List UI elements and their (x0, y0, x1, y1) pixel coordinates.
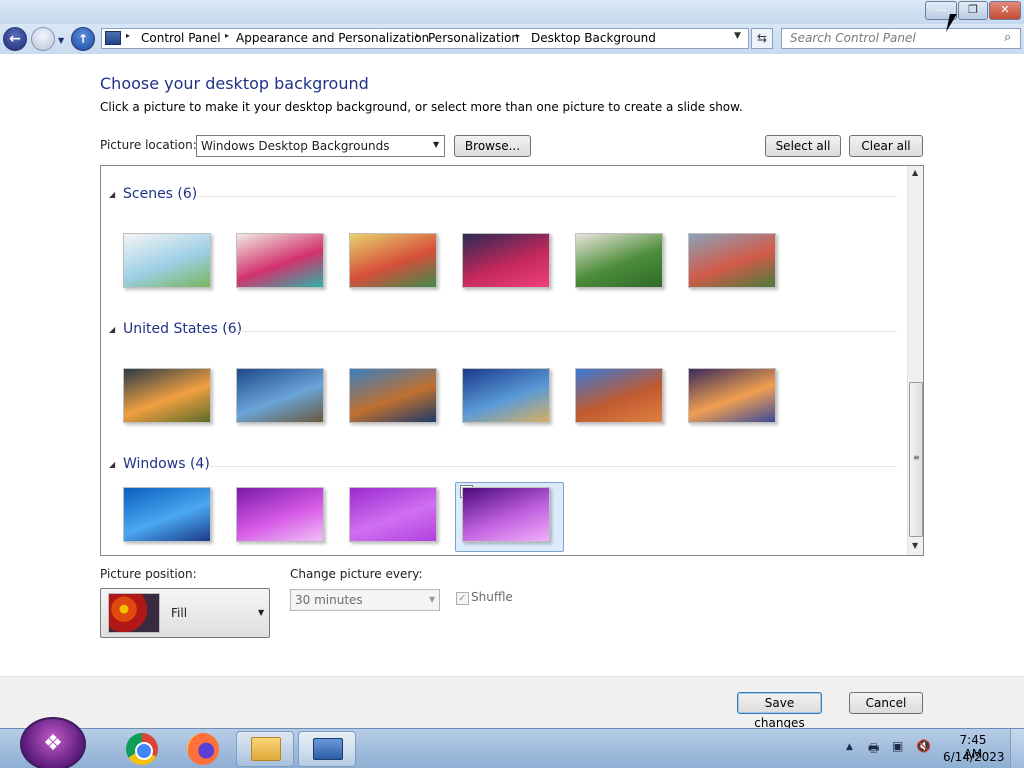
group-header-windows[interactable]: ◢ Windows (4) (109, 456, 899, 476)
scrollbar-thumb[interactable]: ≡ (909, 382, 923, 537)
taskbar-chrome[interactable] (114, 731, 170, 767)
scroll-up-arrow[interactable]: ▲ (912, 168, 918, 177)
select-all-button[interactable]: Select all (765, 135, 841, 157)
group-divider (197, 196, 897, 197)
shuffle-label[interactable]: Shuffle (471, 590, 513, 604)
search-input[interactable]: Search Control Panel ⌕ (781, 28, 1021, 49)
up-button[interactable]: ↑ (71, 27, 95, 51)
collapse-triangle-icon[interactable]: ◢ (109, 325, 115, 334)
collapse-triangle-icon[interactable]: ◢ (109, 460, 115, 469)
thumb-windows-2[interactable] (236, 487, 324, 542)
taskbar-file-explorer[interactable] (236, 731, 294, 767)
group-header-scenes[interactable]: ◢ Scenes (6) (109, 186, 899, 206)
group-title[interactable]: United States (6) (123, 321, 242, 337)
refresh-button[interactable]: ⇆ (751, 28, 773, 49)
chevron-down-icon: ▼ (433, 140, 440, 149)
vertical-scrollbar[interactable]: ▲ ≡ ▼ (907, 166, 923, 555)
group-title[interactable]: Scenes (6) (123, 186, 197, 202)
taskbar: ❖ ▲ 🖶 ▣ 🔇 7:45 AM 6/14/2023 (0, 717, 1024, 768)
volume-muted-icon[interactable]: 🔇 (916, 739, 931, 753)
close-button[interactable]: ✕ (989, 1, 1021, 20)
page-title: Choose your desktop background (100, 74, 369, 93)
breadcrumb-separator[interactable]: ▸ (516, 31, 520, 40)
picture-position-value: Fill (171, 606, 188, 620)
group-divider (235, 331, 897, 332)
save-changes-button[interactable]: Save changes (737, 692, 822, 730)
folder-icon (251, 737, 281, 761)
network-icon[interactable]: ▣ (892, 739, 903, 753)
footer-bar: Save changes Cancel (0, 676, 1024, 730)
taskbar-firefox[interactable] (175, 731, 231, 767)
thumb-windows-4[interactable] (462, 487, 550, 542)
thumb-us-5[interactable] (575, 368, 663, 423)
show-desktop-button[interactable] (1010, 729, 1024, 768)
cancel-button[interactable]: Cancel (849, 692, 923, 714)
clock-date[interactable]: 6/14/2023 (943, 750, 1005, 764)
thumb-us-6[interactable] (688, 368, 776, 423)
collapse-triangle-icon[interactable]: ◢ (109, 190, 115, 199)
breadcrumb-separator[interactable]: ▸ (416, 31, 420, 40)
picture-location-value: Windows Desktop Backgrounds (201, 139, 390, 153)
recent-pages-dropdown[interactable]: ▼ (58, 36, 68, 45)
back-button[interactable]: ← (3, 27, 27, 51)
thumb-us-4[interactable] (462, 368, 550, 423)
search-icon[interactable]: ⌕ (1004, 30, 1011, 45)
change-interval-value: 30 minutes (295, 593, 363, 607)
thumb-scenes-6[interactable] (688, 233, 776, 288)
show-hidden-icons-icon[interactable]: ▲ (846, 742, 853, 752)
chevron-down-icon: ▼ (258, 608, 265, 617)
content-area: Choose your desktop background Click a p… (0, 54, 1024, 676)
change-picture-label: Change picture every: (290, 567, 423, 581)
clear-all-button[interactable]: Clear all (849, 135, 923, 157)
page-description: Click a picture to make it your desktop … (100, 100, 743, 114)
search-placeholder: Search Control Panel (790, 31, 916, 45)
picture-position-label: Picture position: (100, 567, 197, 581)
address-dropdown[interactable]: ▼ (734, 31, 741, 41)
scroll-down-arrow[interactable]: ▼ (912, 541, 918, 550)
thumb-scenes-5[interactable] (575, 233, 663, 288)
breadcrumb-personalization[interactable]: Personalization (428, 31, 519, 45)
thumb-windows-3[interactable] (349, 487, 437, 542)
group-divider (209, 466, 897, 467)
thumb-scenes-3[interactable] (349, 233, 437, 288)
breadcrumb-separator[interactable]: ▸ (126, 31, 130, 40)
thumb-scenes-1[interactable] (123, 233, 211, 288)
system-tray: ▲ 🖶 ▣ 🔇 (842, 739, 942, 759)
title-bar: — ❐ ✕ (0, 0, 1024, 24)
shuffle-checkbox[interactable]: ✓ (456, 592, 469, 605)
address-bar[interactable]: ▸ Control Panel ▸ Appearance and Persona… (101, 28, 749, 49)
picture-location-label: Picture location: (100, 138, 197, 152)
breadcrumb-desktop-background[interactable]: Desktop Background (531, 31, 656, 45)
start-button[interactable]: ❖ (20, 717, 86, 768)
thumb-scenes-2[interactable] (236, 233, 324, 288)
wallpaper-gallery[interactable]: ◢ Scenes (6) ◢ United States (6) ◢ Windo… (100, 165, 924, 556)
control-panel-icon (313, 738, 343, 760)
thumb-us-3[interactable] (349, 368, 437, 423)
thumb-us-2[interactable] (236, 368, 324, 423)
firefox-icon (187, 733, 219, 765)
breadcrumb-separator[interactable]: ▸ (225, 31, 229, 40)
position-preview-image (108, 593, 160, 633)
breadcrumb-appearance[interactable]: Appearance and Personalization (236, 31, 429, 45)
group-header-united-states[interactable]: ◢ United States (6) (109, 321, 899, 341)
scrollbar-grip-icon: ≡ (913, 453, 920, 462)
forward-button[interactable] (31, 27, 55, 51)
picture-location-select[interactable]: Windows Desktop Backgrounds ▼ (196, 135, 445, 157)
thumb-us-1[interactable] (123, 368, 211, 423)
thumb-scenes-4[interactable] (462, 233, 550, 288)
breadcrumb-control-panel[interactable]: Control Panel (141, 31, 221, 45)
picture-position-select[interactable]: Fill ▼ (100, 588, 270, 638)
group-title[interactable]: Windows (4) (123, 456, 210, 472)
action-center-icon[interactable]: 🖶 (868, 739, 879, 760)
change-interval-select[interactable]: 30 minutes ▼ (290, 589, 440, 611)
browse-button[interactable]: Browse... (454, 135, 531, 157)
thumb-windows-1[interactable] (123, 487, 211, 542)
control-panel-icon (105, 31, 121, 45)
chrome-icon (126, 733, 158, 765)
chevron-down-icon: ▼ (429, 595, 436, 604)
taskbar-control-panel[interactable] (298, 731, 356, 767)
maximize-button[interactable]: ❐ (958, 1, 988, 20)
